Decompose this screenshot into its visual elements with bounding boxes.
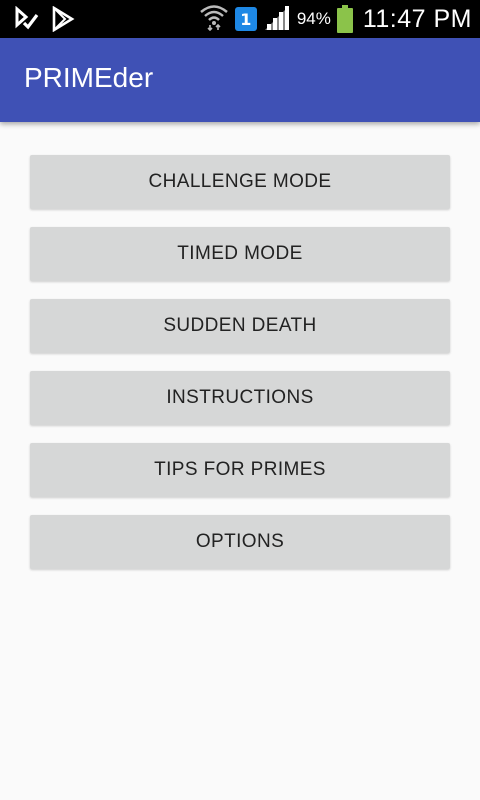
sudden-death-button[interactable]: SUDDEN DEATH	[30, 299, 450, 353]
battery-icon	[336, 5, 353, 33]
status-system: 1 94% 11:47 PM	[199, 3, 472, 35]
main-menu: CHALLENGE MODE TIMED MODE SUDDEN DEATH I…	[30, 155, 450, 587]
sim-icon: 1	[234, 7, 257, 31]
status-notifications	[14, 5, 76, 37]
play-store-icon	[50, 5, 76, 37]
options-button[interactable]: OPTIONS	[30, 515, 450, 569]
status-bar: 1 94% 11:47 PM	[0, 0, 480, 38]
signal-icon	[263, 4, 291, 35]
clock: 11:47 PM	[362, 4, 472, 33]
timed-mode-button[interactable]: TIMED MODE	[30, 227, 450, 281]
instructions-button[interactable]: INSTRUCTIONS	[30, 371, 450, 425]
challenge-mode-button[interactable]: CHALLENGE MODE	[30, 155, 450, 209]
app-title: PRIMEder	[24, 62, 154, 93]
app-bar: PRIMEder	[0, 38, 480, 122]
notification-check-icon	[14, 5, 40, 37]
wifi-icon	[199, 3, 229, 36]
tips-for-primes-button[interactable]: TIPS FOR PRIMES	[30, 443, 450, 497]
battery-percentage: 94%	[296, 9, 331, 28]
